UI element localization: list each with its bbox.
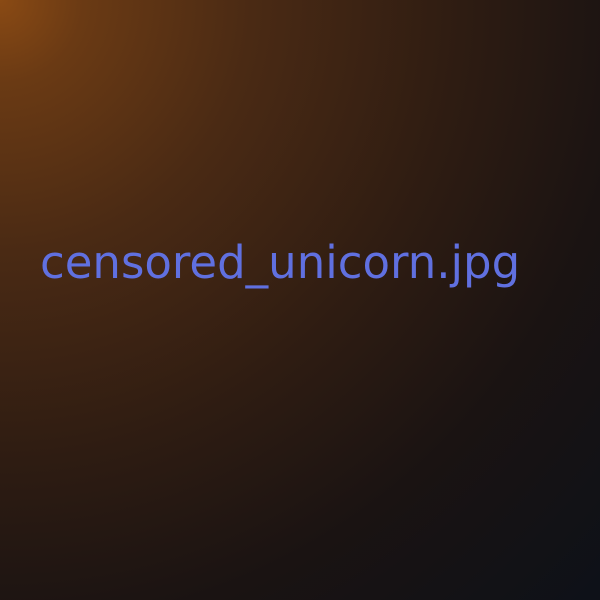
filename-label: censored_unicorn.jpg bbox=[40, 236, 521, 289]
image-canvas: censored_unicorn.jpg bbox=[0, 0, 600, 600]
